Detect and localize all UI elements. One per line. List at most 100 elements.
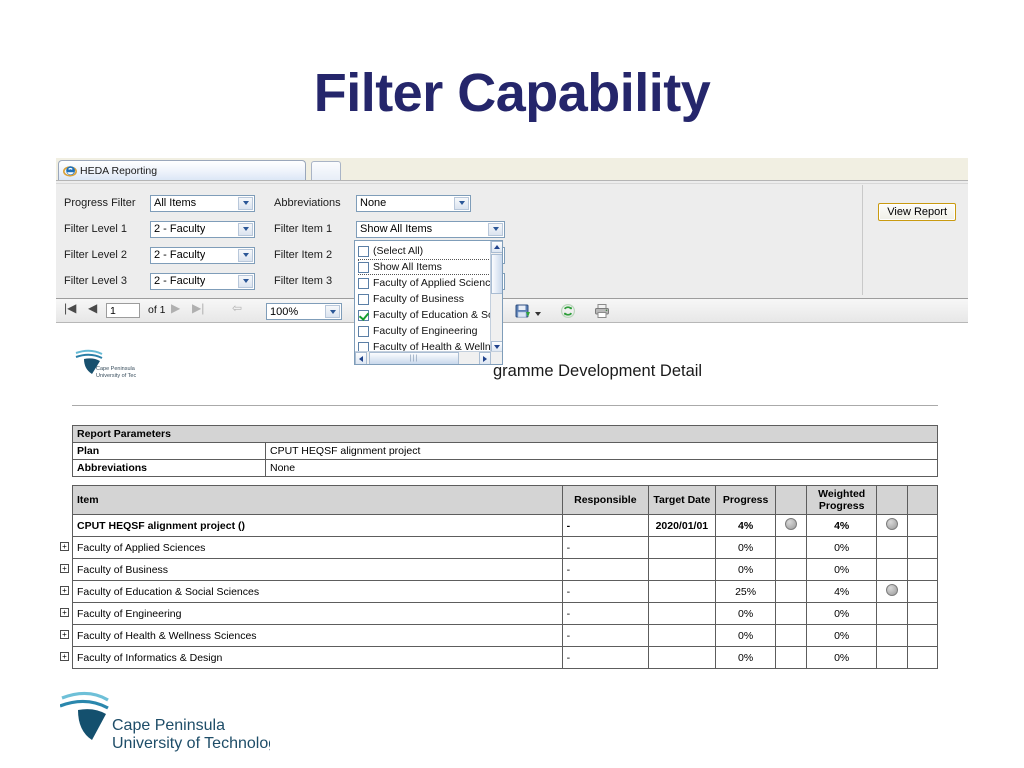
cell-responsible: - bbox=[561, 536, 649, 560]
cell-item: + Faculty of Applied Sciences bbox=[60, 536, 563, 560]
vertical-scroll-thumb[interactable] bbox=[491, 254, 502, 294]
multiselect-option[interactable]: Faculty of Applied Science bbox=[358, 275, 497, 291]
checkbox-icon[interactable] bbox=[358, 245, 369, 257]
multiselect-option-label: Faculty of Applied Science bbox=[373, 277, 497, 289]
table-head: Item Responsible Target Date Progress We… bbox=[72, 484, 939, 516]
multiselect-vertical-scrollbar[interactable] bbox=[490, 241, 502, 353]
expand-row-button[interactable]: + bbox=[60, 541, 69, 551]
cell-item: + Faculty of Health & Wellness Sciences bbox=[60, 624, 563, 648]
chevron-down-icon[interactable] bbox=[238, 248, 253, 262]
chevron-down-icon[interactable] bbox=[238, 222, 253, 236]
report-viewer-toolbar: |◀ ◀ 1 of 1 ▶ ▶| ⇦ 100% bbox=[56, 299, 968, 323]
parameter-row-filter-level-2: Filter Level 2 2 - Faculty bbox=[64, 245, 255, 265]
cell-weighted-indicator bbox=[876, 536, 908, 560]
next-page-icon: ▶ bbox=[171, 301, 181, 315]
cell-extra bbox=[906, 536, 939, 560]
previous-page-button[interactable]: ◀ bbox=[88, 302, 97, 314]
multiselect-option[interactable]: Faculty of Business bbox=[358, 291, 493, 307]
cput-logo-mark: Cape Peninsula University of Technology bbox=[59, 691, 285, 752]
scroll-left-icon[interactable] bbox=[355, 352, 367, 364]
cell-progress-indicator bbox=[775, 580, 807, 604]
expand-row-button[interactable]: + bbox=[60, 651, 69, 661]
checkbox-icon[interactable] bbox=[358, 325, 369, 337]
cell-responsible: - bbox=[561, 624, 649, 648]
chevron-down-icon[interactable] bbox=[535, 311, 541, 316]
view-report-button[interactable]: View Report bbox=[878, 203, 956, 221]
checkbox-icon[interactable] bbox=[358, 277, 369, 289]
export-button[interactable] bbox=[515, 303, 541, 324]
print-button[interactable] bbox=[594, 303, 610, 324]
cell-item: + Faculty of Informatics & Design bbox=[60, 646, 563, 670]
last-page-button[interactable]: ▶| bbox=[192, 302, 204, 314]
parameter-key-abbreviations: Abbreviations bbox=[72, 459, 266, 477]
multiselect-option[interactable]: Faculty of Engineering bbox=[358, 323, 493, 339]
chevron-down-icon[interactable] bbox=[325, 305, 340, 318]
checkbox-icon[interactable] bbox=[358, 293, 369, 305]
first-page-button[interactable]: |◀ bbox=[64, 302, 76, 314]
new-tab-button[interactable] bbox=[311, 161, 341, 181]
previous-page-icon: ◀ bbox=[88, 301, 98, 315]
cell-responsible: - bbox=[561, 602, 649, 626]
cell-weighted-indicator bbox=[876, 624, 908, 648]
parameter-value-plan: CPUT HEQSF alignment project bbox=[265, 442, 938, 460]
scroll-right-icon[interactable] bbox=[479, 352, 491, 364]
chevron-down-icon[interactable] bbox=[454, 196, 469, 210]
dropdown-filter-level-3[interactable]: 2 - Faculty bbox=[150, 272, 255, 290]
dropdown-filter-item-1[interactable]: Show All Items bbox=[356, 220, 505, 238]
expand-row-button[interactable]: + bbox=[60, 563, 69, 573]
label-filter-level-1: Filter Level 1 bbox=[64, 223, 127, 235]
first-page-icon: |◀ bbox=[64, 301, 77, 315]
column-header-item: Item bbox=[72, 484, 563, 516]
multiselect-option[interactable]: (Select All) bbox=[358, 243, 493, 259]
report-parameters-header: Report Parameters bbox=[72, 425, 938, 443]
scroll-up-icon[interactable] bbox=[491, 241, 502, 253]
report-parameters-table: Report Parameters Plan CPUT HEQSF alignm… bbox=[72, 425, 938, 477]
embedded-screenshot: HEDA Reporting Progress Filter All Items… bbox=[56, 158, 968, 340]
horizontal-scroll-thumb[interactable]: ||| bbox=[369, 352, 459, 364]
cell-item-label: Faculty of Education & Social Sciences bbox=[77, 585, 260, 598]
chevron-down-icon[interactable] bbox=[488, 222, 503, 236]
page-number-input-wrap[interactable]: 1 bbox=[106, 303, 140, 318]
chevron-down-icon[interactable] bbox=[238, 196, 253, 210]
page-number-input[interactable]: 1 bbox=[106, 303, 140, 318]
cell-item: + Faculty of Engineering bbox=[60, 602, 563, 626]
column-header-weighted-progress: Weighted Progress bbox=[805, 484, 878, 516]
cell-target-date bbox=[647, 646, 716, 670]
expand-row-button[interactable]: + bbox=[60, 607, 69, 617]
multiselect-option[interactable]: Faculty of Education & So bbox=[358, 307, 494, 323]
cell-target-date bbox=[647, 602, 716, 626]
cell-item-label: Faculty of Business bbox=[77, 563, 169, 576]
checkbox-checked-icon[interactable] bbox=[358, 309, 369, 321]
refresh-icon bbox=[560, 303, 576, 324]
zoom-dropdown-wrap[interactable]: 100% bbox=[266, 303, 342, 320]
multiselect-option[interactable]: Show All Items bbox=[358, 259, 493, 275]
status-indicator-icon bbox=[886, 584, 899, 597]
multiselect-option-label: Show All Items bbox=[373, 261, 442, 273]
refresh-button[interactable] bbox=[560, 303, 576, 324]
dropdown-progress-filter[interactable]: All Items bbox=[150, 194, 255, 212]
browser-tab-heda-reporting[interactable]: HEDA Reporting bbox=[58, 160, 306, 180]
back-to-parent-button[interactable]: ⇦ bbox=[232, 302, 242, 314]
expand-row-button[interactable]: + bbox=[60, 585, 69, 595]
zoom-dropdown[interactable]: 100% bbox=[266, 303, 342, 320]
cell-weighted-indicator bbox=[876, 646, 908, 670]
chevron-down-icon[interactable] bbox=[238, 274, 253, 288]
next-page-button[interactable]: ▶ bbox=[171, 302, 180, 314]
dropdown-abbreviations[interactable]: None bbox=[356, 194, 471, 212]
multiselect-horizontal-scrollbar[interactable]: ||| bbox=[355, 351, 502, 364]
cell-target-date bbox=[647, 624, 716, 648]
panel-divider bbox=[862, 185, 863, 295]
checkbox-icon[interactable] bbox=[358, 261, 369, 273]
expand-row-button[interactable]: + bbox=[60, 629, 69, 639]
cell-progress: 4% bbox=[714, 514, 777, 538]
dropdown-filter-level-2[interactable]: 2 - Faculty bbox=[150, 246, 255, 264]
parameter-row-filter-level-1: Filter Level 1 2 - Faculty bbox=[64, 219, 255, 239]
parameter-row-progress-filter: Progress Filter All Items bbox=[64, 193, 255, 213]
parameter-row-filter-level-3: Filter Level 3 2 - Faculty bbox=[64, 271, 255, 291]
dropdown-filter-level-1[interactable]: 2 - Faculty bbox=[150, 220, 255, 238]
filter-item-1-multiselect-list[interactable]: (Select All) Show All Items Faculty of A… bbox=[354, 240, 503, 365]
multiselect-options: (Select All) Show All Items Faculty of A… bbox=[355, 241, 497, 353]
cell-progress-indicator bbox=[775, 536, 807, 560]
browser-tab-label: HEDA Reporting bbox=[80, 164, 158, 177]
multiselect-option-label: Faculty of Business bbox=[373, 293, 465, 305]
